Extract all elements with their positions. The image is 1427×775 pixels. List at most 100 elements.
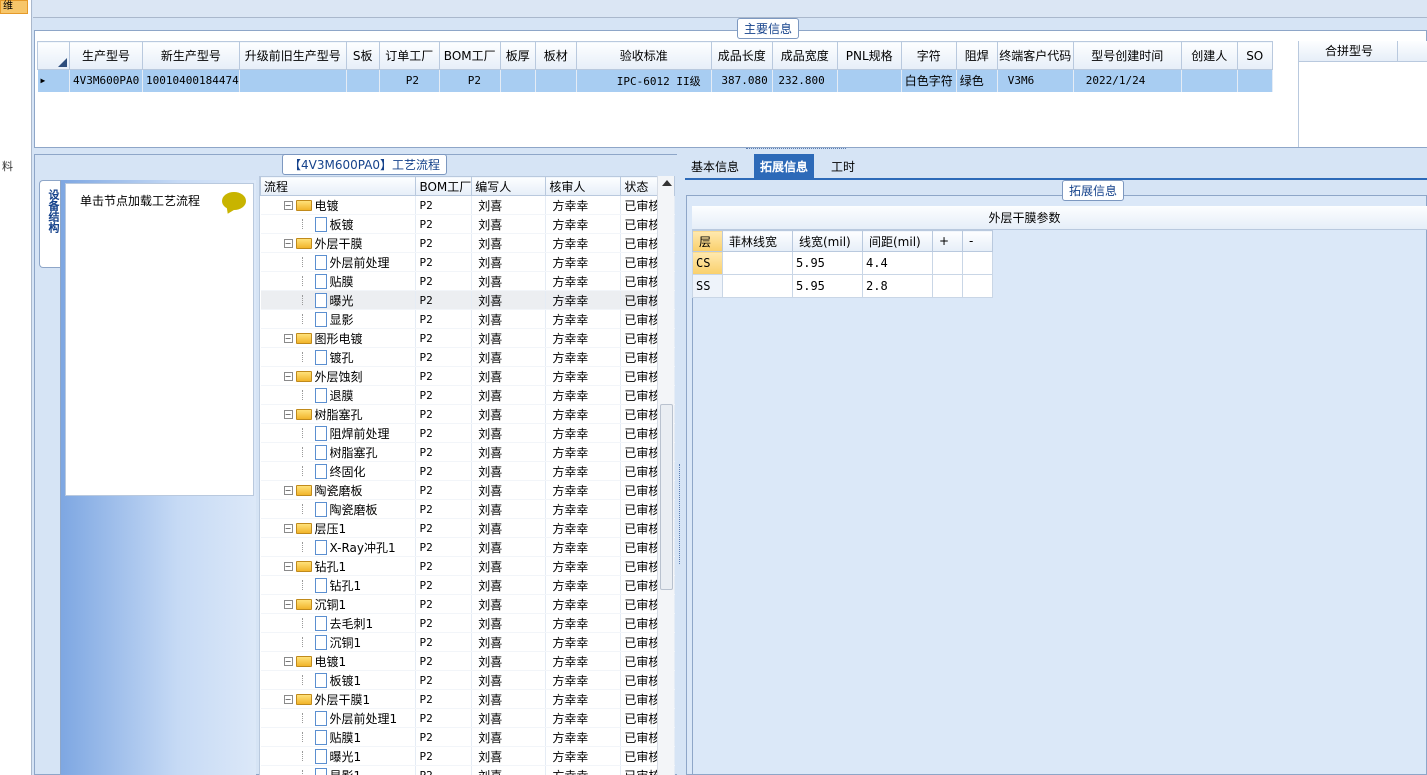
cell-bom[interactable]: P2 bbox=[415, 727, 473, 747]
flow-row[interactable]: 终固化 P2 刘喜 方幸幸 已审核 bbox=[260, 461, 675, 481]
flow-row[interactable]: 板镀 P2 刘喜 方幸幸 已审核 bbox=[260, 214, 675, 234]
cell-flow-name[interactable]: 板镀1 bbox=[260, 670, 417, 690]
cell-bom[interactable]: P2 bbox=[415, 290, 473, 310]
cell-flow-name[interactable]: − 树脂塞孔 bbox=[260, 404, 417, 424]
flow-row[interactable]: 贴膜1 P2 刘喜 方幸幸 已审核 bbox=[260, 727, 675, 747]
cell-flow-name[interactable]: 贴膜1 bbox=[260, 727, 417, 747]
flow-row[interactable]: − 外层蚀刻 P2 刘喜 方幸幸 已审核 bbox=[260, 366, 675, 386]
cell-reviewer[interactable]: 方幸幸 bbox=[545, 746, 622, 766]
cell-writer[interactable]: 刘喜 bbox=[471, 404, 547, 424]
cell-reviewer[interactable]: 方幸幸 bbox=[545, 670, 622, 690]
cell-flow-name[interactable]: − 陶瓷磨板 bbox=[260, 480, 417, 500]
cell-flow-name[interactable]: − 电镀 bbox=[260, 195, 417, 215]
flow-row[interactable]: − 外层干膜1 P2 刘喜 方幸幸 已审核 bbox=[260, 689, 675, 709]
cell-bom[interactable]: P2 bbox=[415, 271, 473, 291]
cell-bom[interactable]: P2 bbox=[415, 214, 473, 234]
cell-reviewer[interactable]: 方幸幸 bbox=[545, 385, 622, 405]
cell-writer[interactable]: 刘喜 bbox=[471, 233, 547, 253]
flow-row[interactable]: 外层前处理1 P2 刘喜 方幸幸 已审核 bbox=[260, 708, 675, 728]
col-header[interactable]: 板材 bbox=[534, 41, 577, 70]
col-header[interactable]: 创建人 bbox=[1180, 41, 1238, 70]
cell-flow-name[interactable]: 板镀 bbox=[260, 214, 417, 234]
flow-row[interactable]: − 钻孔1 P2 刘喜 方幸幸 已审核 bbox=[260, 556, 675, 576]
cell-bom[interactable]: P2 bbox=[415, 746, 473, 766]
col-header[interactable]: PNL规格 bbox=[836, 41, 902, 70]
collapse-icon[interactable]: − bbox=[283, 333, 293, 343]
merge-header[interactable]: 合拼型号 bbox=[1299, 41, 1427, 62]
cell-bom[interactable]: P2 bbox=[415, 613, 473, 633]
flow-row[interactable]: 贴膜 P2 刘喜 方幸幸 已审核 bbox=[260, 271, 675, 291]
flow-scrollbar[interactable] bbox=[657, 176, 674, 775]
flow-row[interactable]: 沉铜1 P2 刘喜 方幸幸 已审核 bbox=[260, 632, 675, 652]
cell-flow-name[interactable]: 外层前处理1 bbox=[260, 708, 417, 728]
cell-reviewer[interactable]: 方幸幸 bbox=[545, 423, 622, 443]
cell-reviewer[interactable]: 方幸幸 bbox=[545, 442, 622, 462]
table-row[interactable]: SS 5.95 2.8 bbox=[692, 274, 993, 298]
cell-reviewer[interactable]: 方幸幸 bbox=[545, 404, 622, 424]
cell-reviewer[interactable]: 方幸幸 bbox=[545, 594, 622, 614]
cell-bom[interactable]: P2 bbox=[415, 385, 473, 405]
cell-order-factory[interactable]: P2 bbox=[379, 69, 440, 92]
cell-flow-name[interactable]: 钻孔1 bbox=[260, 575, 417, 595]
cell-line-width[interactable]: 5.95 bbox=[792, 274, 863, 298]
cell-reviewer[interactable]: 方幸幸 bbox=[545, 328, 622, 348]
flow-row[interactable]: 显影1P2刘喜方幸幸已审核 bbox=[260, 765, 675, 775]
cell-writer[interactable]: 刘喜 bbox=[471, 765, 547, 775]
cell-flow-name[interactable]: 树脂塞孔 bbox=[260, 442, 417, 462]
col-header[interactable]: 阻焊 bbox=[955, 41, 998, 70]
cell-reviewer[interactable]: 方幸幸 bbox=[545, 575, 622, 595]
cell-bom[interactable]: P2 bbox=[415, 233, 473, 253]
cell-writer[interactable]: 刘喜 bbox=[471, 632, 547, 652]
cell-acceptance[interactable]: IPC-6012 II级 bbox=[576, 69, 712, 92]
cell-writer[interactable]: 刘喜 bbox=[471, 252, 547, 272]
cell-writer[interactable]: 刘喜 bbox=[471, 385, 547, 405]
cell-flow-name[interactable]: − 电镀1 bbox=[260, 651, 417, 671]
col-header[interactable]: BOM工厂 bbox=[438, 41, 501, 70]
col-header[interactable]: 流程 bbox=[260, 176, 417, 196]
col-header[interactable]: 成品长度 bbox=[710, 41, 773, 70]
flow-row[interactable]: − 电镀 P2 刘喜 方幸幸 已审核 bbox=[260, 195, 675, 215]
cell-char[interactable]: 白色字符 bbox=[901, 69, 957, 92]
flow-row[interactable]: 板镀1 P2 刘喜 方幸幸 已审核 bbox=[260, 670, 675, 690]
cell-new-model[interactable]: 10010400184474 bbox=[142, 69, 240, 92]
cell-writer[interactable]: 刘喜 bbox=[471, 651, 547, 671]
cell-writer[interactable]: 刘喜 bbox=[471, 670, 547, 690]
cell-empty[interactable] bbox=[962, 251, 993, 275]
flow-row[interactable]: 钻孔1 P2 刘喜 方幸幸 已审核 bbox=[260, 575, 675, 595]
scroll-thumb[interactable] bbox=[660, 404, 673, 590]
splitter-grip-icon[interactable] bbox=[679, 464, 682, 564]
cell-writer[interactable]: 刘喜 bbox=[471, 195, 547, 215]
cell-writer[interactable]: 刘喜 bbox=[471, 689, 547, 709]
cell-bom[interactable]: P2 bbox=[415, 423, 473, 443]
cell-flow-name[interactable]: 曝光 bbox=[260, 290, 417, 310]
cell-flow-name[interactable]: 镀孔 bbox=[260, 347, 417, 367]
cell-writer[interactable]: 刘喜 bbox=[471, 366, 547, 386]
cell-empty[interactable] bbox=[932, 274, 963, 298]
cell-writer[interactable]: 刘喜 bbox=[471, 727, 547, 747]
cell-flow-name[interactable]: − 层压1 bbox=[260, 518, 417, 538]
cell-bom[interactable]: P2 bbox=[415, 556, 473, 576]
cell-bom[interactable]: P2 bbox=[415, 195, 473, 215]
col-header[interactable]: 线宽(mil) bbox=[792, 230, 863, 252]
col-header[interactable]: 字符 bbox=[900, 41, 957, 70]
collapse-icon[interactable]: − bbox=[283, 409, 293, 419]
flow-row[interactable]: 去毛刺1 P2 刘喜 方幸幸 已审核 bbox=[260, 613, 675, 633]
cell-reviewer[interactable]: 方幸幸 bbox=[545, 518, 622, 538]
cell-writer[interactable]: 刘喜 bbox=[471, 461, 547, 481]
flow-row[interactable]: 镀孔 P2 刘喜 方幸幸 已审核 bbox=[260, 347, 675, 367]
flow-row[interactable]: 曝光1 P2 刘喜 方幸幸 已审核 bbox=[260, 746, 675, 766]
collapse-icon[interactable]: − bbox=[283, 523, 293, 533]
col-header[interactable]: 菲林线宽 bbox=[722, 230, 793, 252]
cell-flow-name[interactable]: 沉铜1 bbox=[260, 632, 417, 652]
cell-width[interactable]: 232.800 bbox=[772, 69, 838, 92]
collapse-icon[interactable]: − bbox=[283, 694, 293, 704]
col-header[interactable]: 间距(mil) bbox=[862, 230, 933, 252]
col-header[interactable]: 板厚 bbox=[499, 41, 536, 70]
collapse-icon[interactable]: − bbox=[283, 371, 293, 381]
col-header[interactable]: 订单工厂 bbox=[378, 41, 440, 70]
cell-bom[interactable]: P2 bbox=[415, 537, 473, 557]
cell-bom[interactable]: P2 bbox=[415, 575, 473, 595]
cell-flow-name[interactable]: 退膜 bbox=[260, 385, 417, 405]
tab-work-hours[interactable]: 工时 bbox=[825, 154, 861, 180]
flow-row[interactable]: 陶瓷磨板 P2 刘喜 方幸幸 已审核 bbox=[260, 499, 675, 519]
